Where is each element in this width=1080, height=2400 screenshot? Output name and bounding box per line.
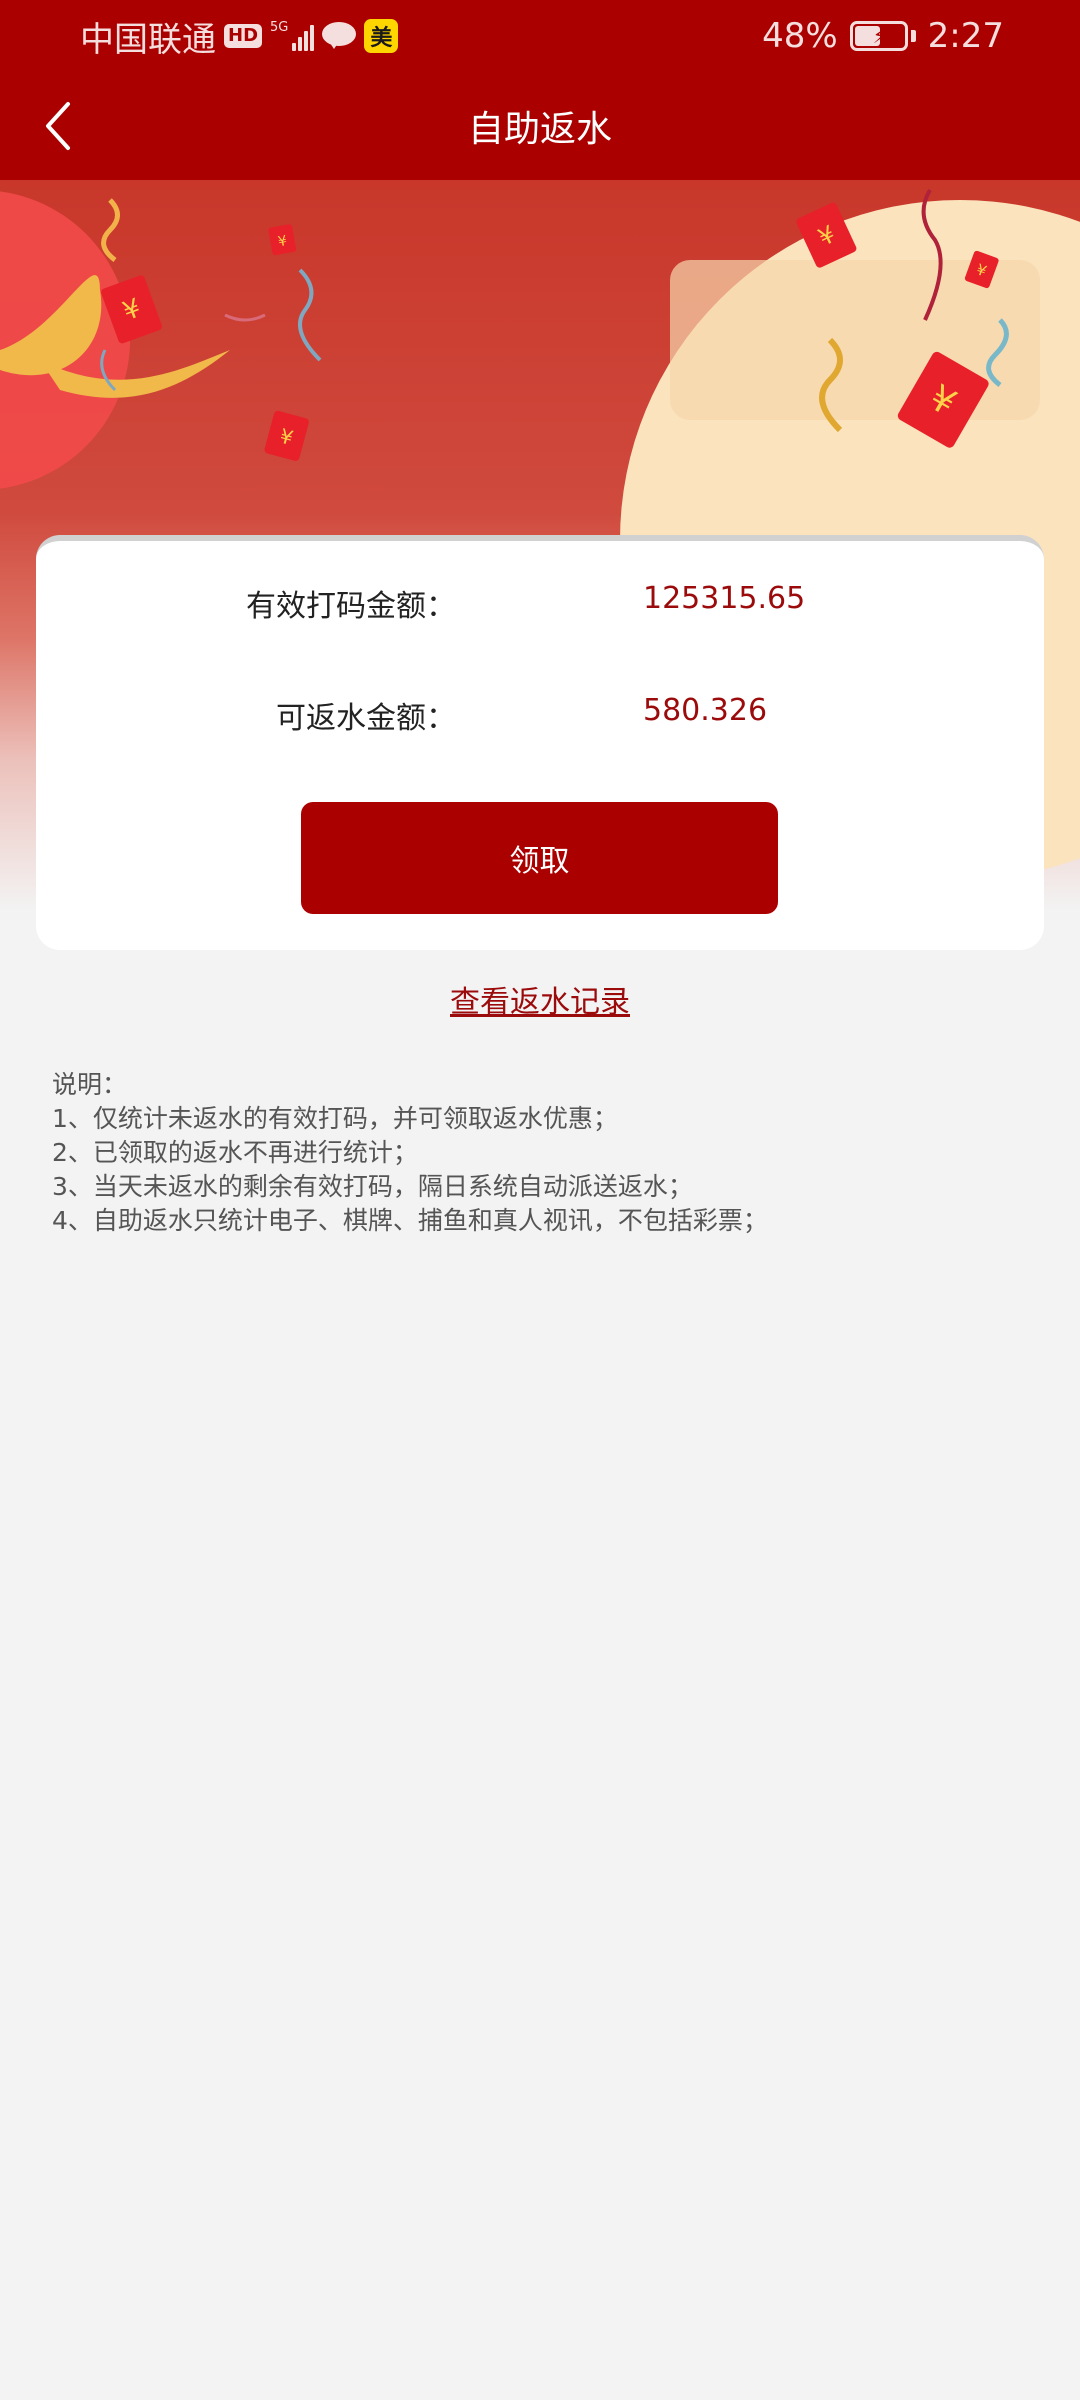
hd-icon: HD — [224, 24, 263, 48]
message-icon — [322, 22, 357, 50]
notes-section: 说明： 1、仅统计未返水的有效打码，并可领取返水优惠； 2、已领取的返水不再进行… — [52, 1068, 768, 1238]
status-left: 中国联通 HD 5G 美 — [80, 12, 399, 60]
effective-bet-label: 有效打码金额： — [246, 589, 456, 624]
rebate-record-link[interactable]: 查看返水记录 — [0, 977, 1080, 1021]
status-right: 48% ⚡ 2:27 — [762, 12, 1004, 60]
rebate-card: 有效打码金额： 125315.65 可返水金额： 580.326 领取 — [36, 535, 1044, 950]
rebate-amount-value: 580.326 — [643, 693, 768, 728]
page-title: 自助返水 — [467, 109, 612, 150]
nav-bar: 自助返水 — [0, 72, 1080, 180]
signal-icon: 5G — [270, 20, 315, 51]
notes-heading: 说明： — [52, 1070, 128, 1099]
carrier-name: 中国联通 — [80, 19, 216, 60]
notes-item: 3、当天未返水的剩余有效打码，隔日系统自动派送返水； — [52, 1172, 693, 1201]
network-type: 5G — [270, 20, 289, 35]
clock: 2:27 — [927, 16, 1004, 56]
notes-item: 4、自助返水只统计电子、棋牌、捕鱼和真人视讯，不包括彩票； — [52, 1206, 768, 1235]
notes-item: 1、仅统计未返水的有效打码，并可领取返水优惠； — [52, 1104, 618, 1133]
battery-percent: 48% — [762, 16, 838, 56]
claim-button[interactable]: 领取 — [301, 802, 778, 914]
battery-tip — [910, 30, 916, 42]
meituan-icon: 美 — [364, 19, 399, 53]
rebate-amount-label: 可返水金额： — [276, 701, 456, 736]
notes-item: 2、已领取的返水不再进行统计； — [52, 1138, 418, 1167]
battery-icon: ⚡ — [849, 21, 908, 51]
effective-bet-value: 125315.65 — [643, 581, 806, 616]
status-bar: 中国联通 HD 5G 美 48% ⚡ 2:27 — [0, 0, 1080, 72]
rebate-record-link-text[interactable]: 查看返水记录 — [450, 985, 630, 1020]
